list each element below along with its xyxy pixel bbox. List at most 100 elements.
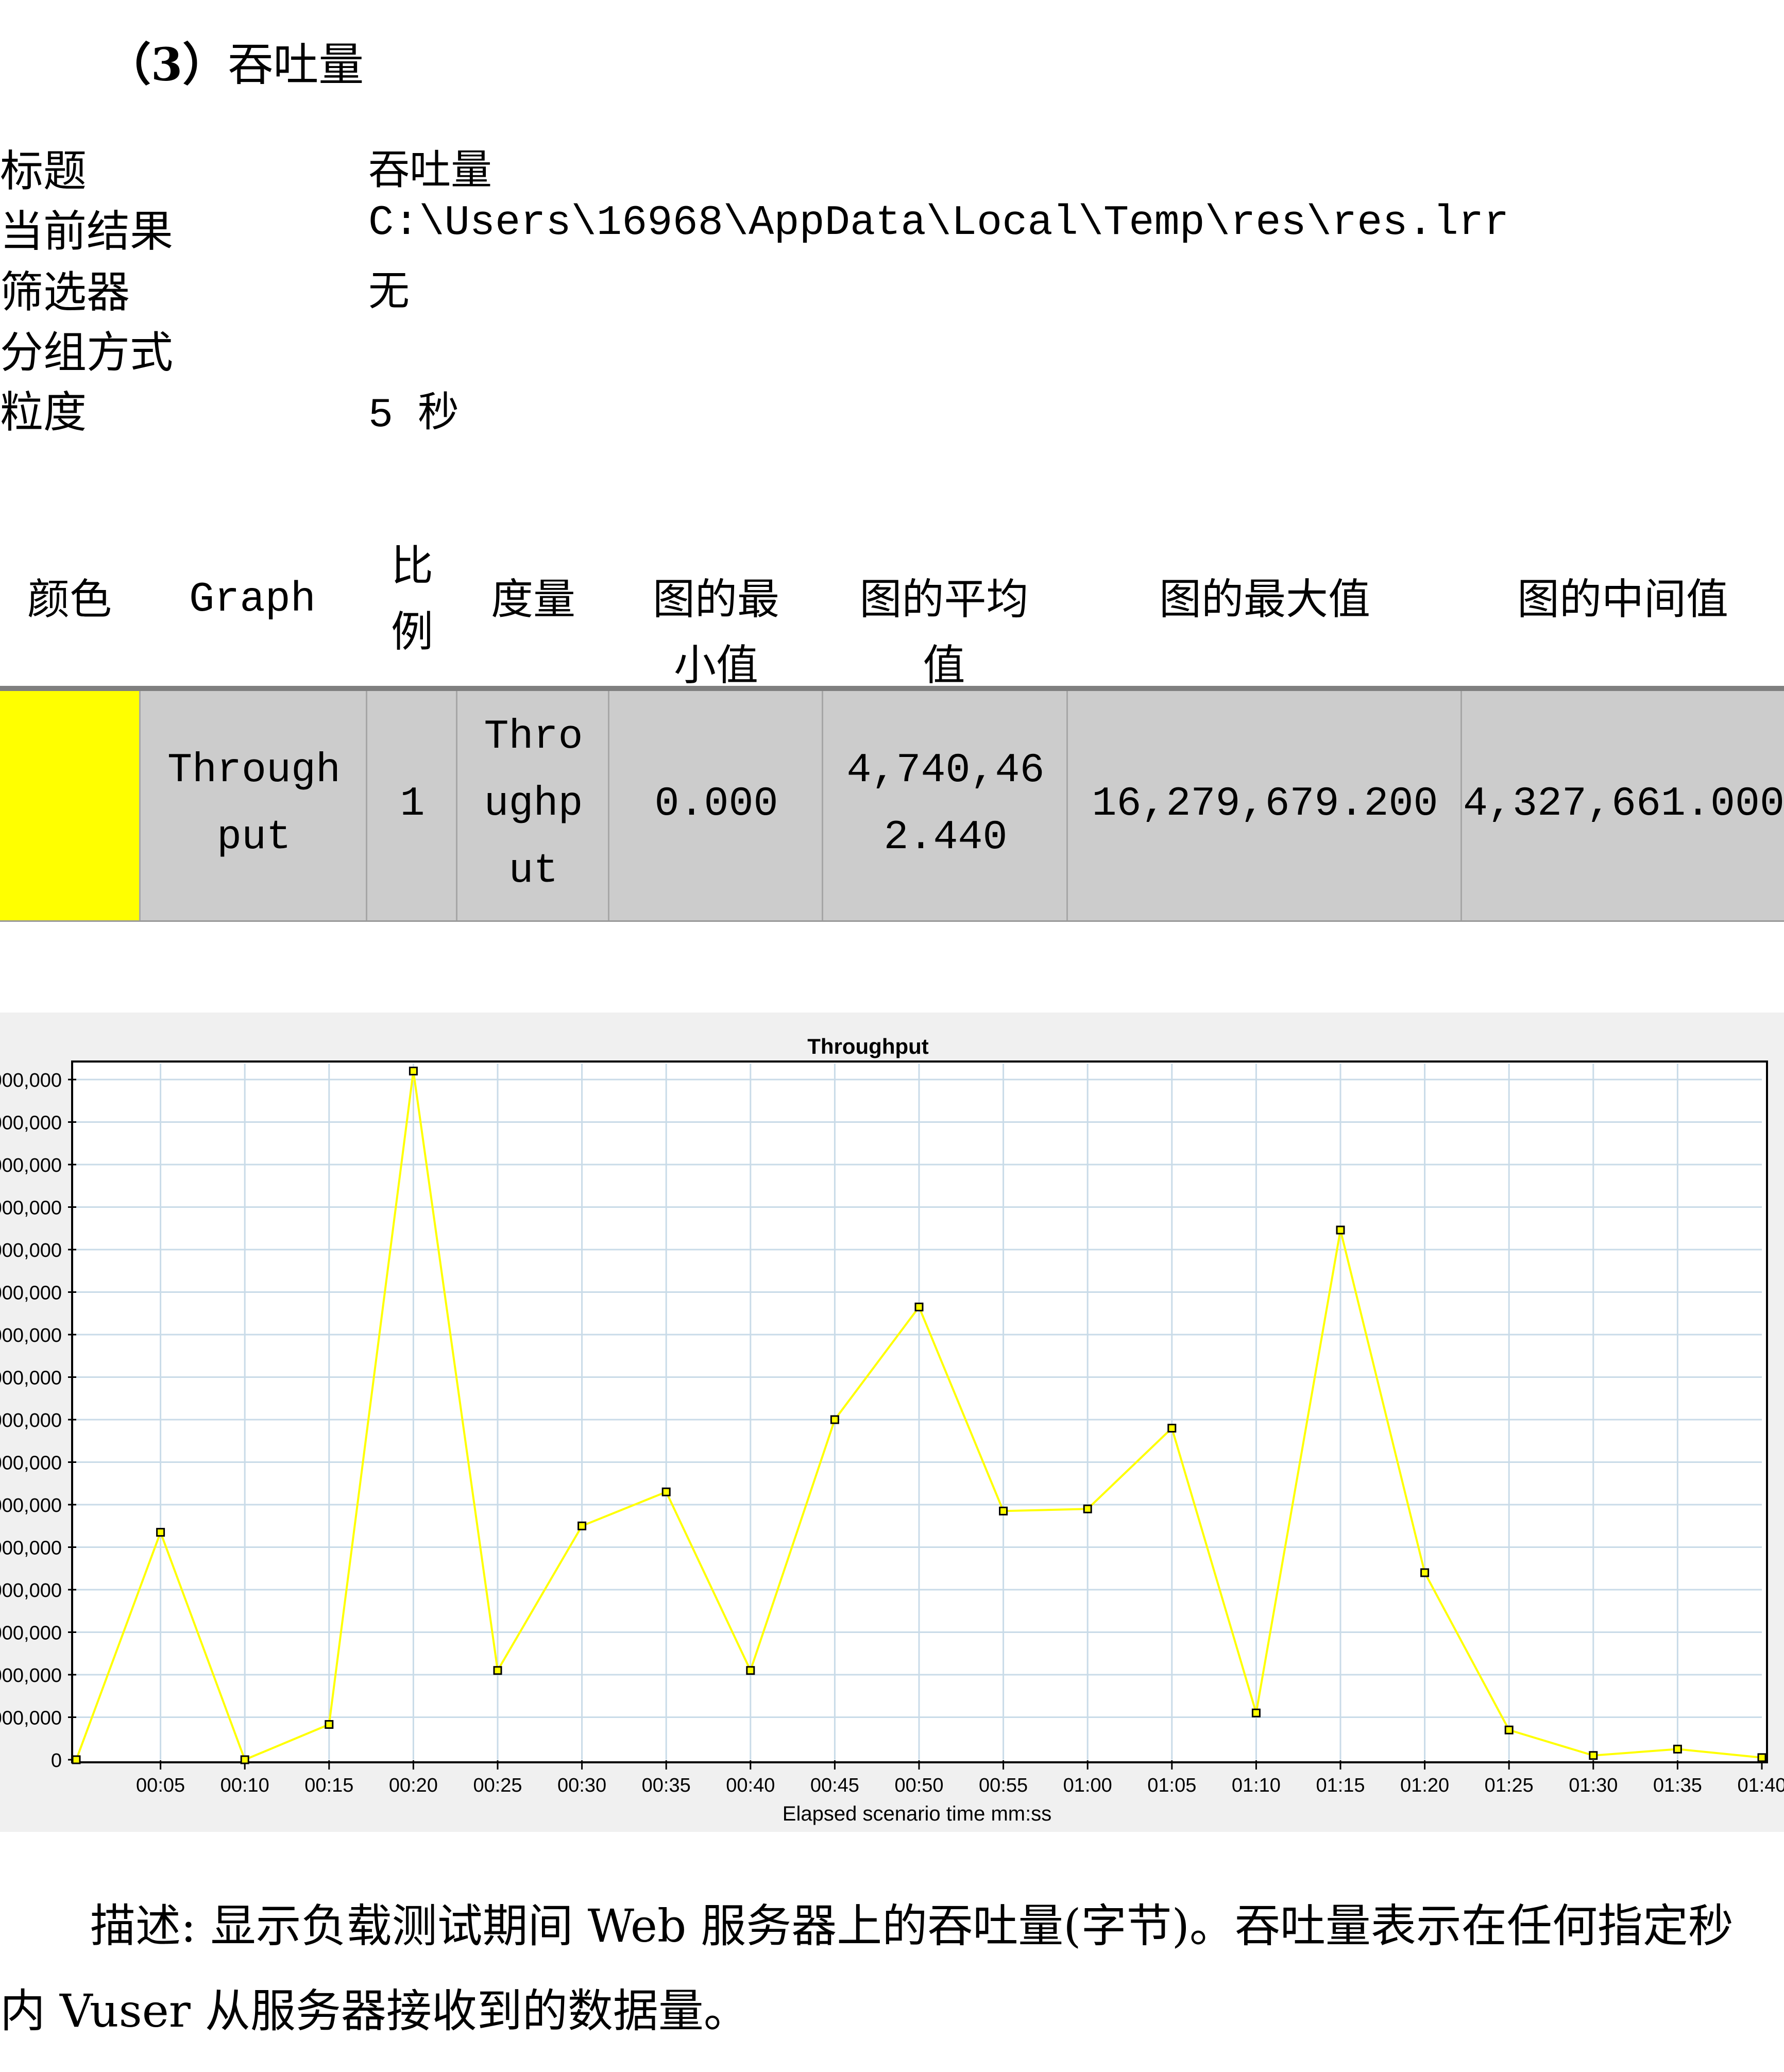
section-title: 吞吐量 xyxy=(228,38,364,91)
legend-row[interactable]: Through put 1 Thro ughp ut 0.000 4,740,4… xyxy=(0,691,1784,922)
y-tick-label: 000,000 xyxy=(0,1198,62,1219)
data-point xyxy=(661,1487,671,1496)
meta-row-filter: 筛选器 无 xyxy=(0,258,1784,318)
header-max: 图的最大值 xyxy=(1159,575,1370,624)
data-point xyxy=(999,1506,1008,1515)
y-tick-label: 000,000 xyxy=(0,1155,62,1176)
cell-scale: 1 xyxy=(366,691,457,920)
throughput-chart-panel: Throughput 0 000,000 000,000 000,000 000,000… xyxy=(0,1013,1784,1832)
header-graph: Graph xyxy=(189,576,316,624)
meta-value: C:\Users\16968\AppData\Local\Temp\res\re… xyxy=(368,199,1509,247)
x-tick-label: 01:15 xyxy=(1316,1775,1365,1796)
throughput-chart: Throughput 0 000,000 000,000 000,000 000,000… xyxy=(0,1013,1784,1832)
data-point xyxy=(1167,1424,1177,1433)
data-point xyxy=(72,1755,81,1764)
data-point xyxy=(1420,1568,1430,1577)
meta-row-title: 标题 吞吐量 xyxy=(0,137,1784,197)
meta-label: 标题 xyxy=(0,146,87,196)
cell-graph-line1: Through xyxy=(167,747,341,794)
header-scale: 比 例 xyxy=(381,533,443,665)
x-tick-label: 01:20 xyxy=(1400,1775,1449,1796)
cell-avg-line1: 4,740,46 xyxy=(846,747,1045,794)
y-tick-label: 000,000 xyxy=(0,1538,62,1559)
x-tick-label: 00:55 xyxy=(979,1775,1028,1796)
cell-median-value: 4,327,661.000 xyxy=(1463,781,1784,828)
section-number: （3） xyxy=(106,38,228,91)
data-point xyxy=(1504,1725,1514,1734)
y-tick-label: 000,000 xyxy=(0,1113,62,1134)
header-avg: 图的平均 值 xyxy=(824,567,1064,699)
cell-max: 16,279,679.200 xyxy=(1066,691,1462,920)
y-tick-label: 000,000 xyxy=(0,1580,62,1602)
header-scale-line2: 例 xyxy=(390,608,433,656)
data-point xyxy=(746,1666,755,1675)
y-tick-label: 000,000 xyxy=(0,1665,62,1687)
header-min-line1: 图的最 xyxy=(652,575,779,624)
header-divider xyxy=(0,686,1784,691)
data-point xyxy=(156,1528,165,1537)
cell-min: 0.000 xyxy=(608,691,823,920)
description-line2: 内 Vuser 从服务器接收到的数据量。 xyxy=(0,1984,749,2037)
chart-title: Throughput xyxy=(807,1034,929,1058)
y-tick-label: 000,000 xyxy=(0,1283,62,1304)
cell-max-value: 16,279,679.200 xyxy=(1092,781,1438,828)
cell-measure-line2: ughp xyxy=(484,781,583,828)
cell-measure-line3: ut xyxy=(508,848,558,895)
y-tick-label: 000,000 xyxy=(0,1453,62,1474)
data-point xyxy=(914,1302,924,1311)
cell-graph-line2: put xyxy=(216,814,292,861)
meta-label: 分组方式 xyxy=(0,327,174,378)
meta-label: 当前结果 xyxy=(0,206,174,257)
cell-median: 4,327,661.000 xyxy=(1460,691,1784,920)
x-tick-label: 01:10 xyxy=(1232,1775,1281,1796)
color-swatch xyxy=(0,691,139,920)
y-tick-label: 000,000 xyxy=(0,1368,62,1389)
x-tick-label: 00:45 xyxy=(810,1775,859,1796)
x-tick-label: 00:35 xyxy=(642,1775,691,1796)
meta-row-granularity: 粒度 5 秒 xyxy=(0,378,1784,439)
x-axis-label: Elapsed scenario time mm:ss xyxy=(783,1803,1051,1825)
y-tick-label: 000,000 xyxy=(0,1708,62,1729)
description: 描述: 显示负载测试期间 Web 服务器上的吞吐量(字节)。吞吐量表示在任何指定… xyxy=(0,1883,1784,2053)
header-color: 颜色 xyxy=(27,575,112,624)
cell-measure: Thro ughp ut xyxy=(456,691,609,920)
cell-scale-value: 1 xyxy=(400,781,425,828)
meta-row-current-result: 当前结果 C:\Users\16968\AppData\Local\Temp\r… xyxy=(0,197,1784,258)
x-tick-label: 00:10 xyxy=(220,1775,269,1796)
data-point xyxy=(1673,1744,1682,1754)
data-point xyxy=(240,1755,249,1764)
x-tick-label: 01:30 xyxy=(1569,1775,1618,1796)
data-point xyxy=(1083,1504,1092,1513)
x-tick-label: 01:05 xyxy=(1147,1775,1196,1796)
data-point xyxy=(830,1415,839,1424)
y-tick-label: 000,000 xyxy=(0,1240,62,1261)
meta-label: 粒度 xyxy=(0,387,87,437)
y-tick-label: 0 xyxy=(51,1750,62,1772)
y-tick-label: 000,000 xyxy=(0,1410,62,1431)
grid xyxy=(76,1064,1762,1760)
data-point xyxy=(409,1067,418,1075)
header-median: 图的中间值 xyxy=(1517,575,1728,624)
x-tick-label: 01:40 xyxy=(1737,1775,1784,1796)
header-min: 图的最 小值 xyxy=(610,567,822,699)
x-tick-label: 00:15 xyxy=(304,1775,353,1796)
data-point xyxy=(1336,1225,1345,1235)
data-point xyxy=(1251,1708,1261,1717)
description-line1: 描述: 显示负载测试期间 Web 服务器上的吞吐量(字节)。吞吐量表示在任何指定… xyxy=(90,1899,1734,1952)
x-tick-label: 00:50 xyxy=(894,1775,943,1796)
meta-label: 筛选器 xyxy=(0,267,130,317)
data-point xyxy=(493,1666,502,1675)
header-measure: 度量 xyxy=(490,575,575,624)
x-tick-label: 00:25 xyxy=(473,1775,522,1796)
x-tick-label: 00:30 xyxy=(557,1775,606,1796)
data-point xyxy=(1757,1753,1766,1762)
cell-avg: 4,740,46 2.440 xyxy=(822,691,1068,920)
meta-row-group-by: 分组方式 xyxy=(0,318,1784,379)
meta-value: 无 xyxy=(368,267,410,315)
x-tick-label: 01:00 xyxy=(1063,1775,1112,1796)
data-point xyxy=(577,1521,587,1530)
cell-min-value: 0.000 xyxy=(654,781,778,828)
data-point xyxy=(1589,1751,1598,1760)
section-heading: （3）吞吐量 xyxy=(106,28,364,94)
cell-graph: Through put xyxy=(139,691,367,920)
